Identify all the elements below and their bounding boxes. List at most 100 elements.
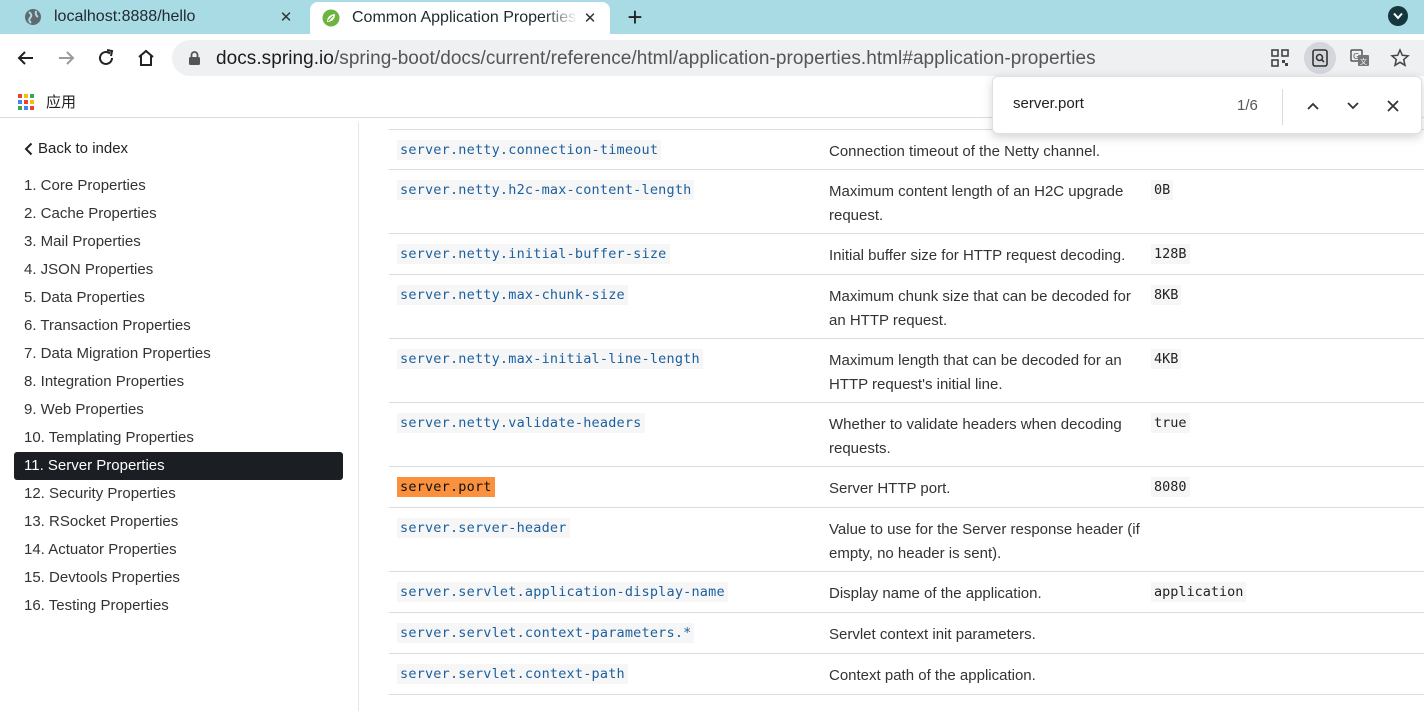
- property-key[interactable]: server.netty.validate-headers: [397, 413, 645, 433]
- new-tab-button[interactable]: +: [620, 2, 650, 32]
- property-description: Server HTTP port.: [829, 480, 951, 497]
- property-description: Maximum content length of an H2C upgrade…: [829, 183, 1124, 224]
- table-row: server.servlet.context-path Context path …: [389, 654, 1424, 695]
- sidebar-item[interactable]: 16. Testing Properties: [14, 592, 343, 620]
- find-bar: 1/6: [992, 76, 1422, 134]
- translate-icon: G文: [1350, 49, 1369, 66]
- tab-localhost-hello[interactable]: localhost:8888/hello ✕: [10, 0, 306, 34]
- sidebar-item[interactable]: 6. Transaction Properties: [14, 312, 343, 340]
- sidebar-item[interactable]: 13. RSocket Properties: [14, 508, 343, 536]
- sidebar-item[interactable]: 10. Templating Properties: [14, 424, 343, 452]
- home-icon: [138, 49, 154, 66]
- close-icon[interactable]: ✕: [578, 6, 602, 30]
- forward-button[interactable]: [50, 42, 82, 74]
- property-description: Context path of the application.: [829, 667, 1036, 684]
- apps-grid-icon: [18, 93, 34, 110]
- table-row: server.netty.initial-buffer-size Initial …: [389, 234, 1424, 275]
- property-key[interactable]: server.server-header: [397, 518, 570, 538]
- property-default: 128B: [1151, 244, 1190, 264]
- tab-title: Common Application Properties: [352, 9, 577, 26]
- tab-common-application-properties[interactable]: Common Application Properties ✕: [310, 2, 610, 34]
- property-key[interactable]: server.netty.max-initial-line-length: [397, 349, 703, 369]
- property-key[interactable]: server.port: [397, 477, 495, 497]
- spring-leaf-icon: [322, 9, 340, 27]
- table-row: server.servlet.application-display-name D…: [389, 572, 1424, 613]
- property-key[interactable]: server.servlet.context-parameters.*: [397, 623, 695, 643]
- tab-search-button[interactable]: [1388, 6, 1408, 26]
- svg-text:文: 文: [1360, 57, 1367, 66]
- globe-icon: [24, 8, 42, 26]
- sidebar-item[interactable]: 14. Actuator Properties: [14, 536, 343, 564]
- find-previous-button[interactable]: [1298, 91, 1328, 121]
- sidebar-item[interactable]: 5. Data Properties: [14, 284, 343, 312]
- arrow-right-icon: [59, 51, 75, 65]
- find-next-button[interactable]: [1338, 91, 1368, 121]
- translate-button[interactable]: G文: [1344, 42, 1376, 74]
- property-description: Value to use for the Server response hea…: [829, 521, 1140, 562]
- bookmark-star-button[interactable]: [1384, 42, 1416, 74]
- address-bar[interactable]: docs.spring.io/spring-boot/docs/current/…: [172, 40, 1424, 76]
- bookmark-apps[interactable]: 应用: [18, 91, 76, 112]
- toc-list: 1. Core Properties 2. Cache Properties 3. …: [14, 172, 343, 620]
- sidebar-item[interactable]: 9. Web Properties: [14, 396, 343, 424]
- chevron-up-icon: [1307, 102, 1319, 110]
- property-description: Display name of the application.: [829, 585, 1042, 602]
- chevron-down-icon: [1347, 102, 1359, 110]
- sidebar-item[interactable]: 3. Mail Properties: [14, 228, 343, 256]
- property-description: Initial buffer size for HTTP request dec…: [829, 247, 1126, 264]
- property-key[interactable]: server.servlet.application-display-name: [397, 582, 728, 602]
- property-key[interactable]: server.servlet.context-path: [397, 664, 628, 684]
- property-description: Maximum chunk size that can be decoded f…: [829, 288, 1131, 329]
- table-row: server.servlet.context-parameters.* Servl…: [389, 613, 1424, 654]
- reload-button[interactable]: [90, 42, 122, 74]
- table-row: server.netty.validate-headers Whether to …: [389, 403, 1424, 467]
- property-default: 4KB: [1151, 349, 1182, 369]
- url-text: docs.spring.io/spring-boot/docs/current/…: [216, 48, 1096, 69]
- lock-icon: [188, 50, 201, 71]
- property-default: 0B: [1151, 180, 1174, 200]
- browser-toolbar: docs.spring.io/spring-boot/docs/current/…: [0, 34, 1424, 82]
- find-input[interactable]: [1013, 95, 1213, 112]
- sidebar-item[interactable]: 4. JSON Properties: [14, 256, 343, 284]
- chevron-left-icon: [24, 142, 33, 156]
- property-description: Whether to validate headers when decodin…: [829, 416, 1122, 457]
- sidebar-item[interactable]: 11. Server Properties: [14, 452, 343, 480]
- property-default: 8KB: [1151, 285, 1182, 305]
- sidebar-item[interactable]: 2. Cache Properties: [14, 200, 343, 228]
- chevron-down-icon: [1393, 12, 1403, 20]
- property-description: Maximum length that can be decoded for a…: [829, 352, 1122, 393]
- find-icon: [1312, 49, 1328, 67]
- property-key[interactable]: server.netty.h2c-max-content-length: [397, 180, 695, 200]
- find-in-page-button[interactable]: [1304, 42, 1336, 74]
- find-divider: [1282, 89, 1283, 125]
- property-key[interactable]: server.netty.connection-timeout: [397, 140, 662, 160]
- table-row: server.server-header Value to use for the…: [389, 508, 1424, 572]
- property-key[interactable]: server.netty.max-chunk-size: [397, 285, 628, 305]
- tab-title: localhost:8888/hello: [54, 8, 196, 25]
- table-row: server.netty.h2c-max-content-length Maxim…: [389, 170, 1424, 234]
- qr-code-button[interactable]: [1264, 42, 1296, 74]
- close-icon: [1387, 100, 1399, 112]
- table-row: server.netty.connection-timeout Connectio…: [389, 130, 1424, 170]
- table-row: server.netty.max-chunk-size Maximum chunk…: [389, 275, 1424, 339]
- sidebar-item[interactable]: 8. Integration Properties: [14, 368, 343, 396]
- find-close-button[interactable]: [1378, 91, 1408, 121]
- find-match-count: 1/6: [1237, 97, 1258, 114]
- sidebar-item[interactable]: 1. Core Properties: [14, 172, 343, 200]
- table-row: server.netty.max-initial-line-length Maxi…: [389, 339, 1424, 403]
- property-description: Servlet context init parameters.: [829, 626, 1036, 643]
- tab-strip: localhost:8888/hello ✕ Common Applicatio…: [0, 0, 1424, 34]
- back-label: Back to index: [38, 140, 129, 157]
- close-icon[interactable]: ✕: [274, 5, 298, 29]
- star-icon: [1390, 48, 1410, 67]
- property-key[interactable]: server.netty.initial-buffer-size: [397, 244, 670, 264]
- back-to-index-link[interactable]: Back to index: [24, 140, 128, 157]
- sidebar-item[interactable]: 15. Devtools Properties: [14, 564, 343, 592]
- property-default: 8080: [1151, 477, 1190, 497]
- home-button[interactable]: [130, 42, 162, 74]
- sidebar-item[interactable]: 7. Data Migration Properties: [14, 340, 343, 368]
- sidebar-item[interactable]: 12. Security Properties: [14, 480, 343, 508]
- properties-table: server.netty.connection-timeout Connectio…: [389, 122, 1424, 711]
- arrow-left-icon: [17, 51, 33, 65]
- back-button[interactable]: [10, 42, 42, 74]
